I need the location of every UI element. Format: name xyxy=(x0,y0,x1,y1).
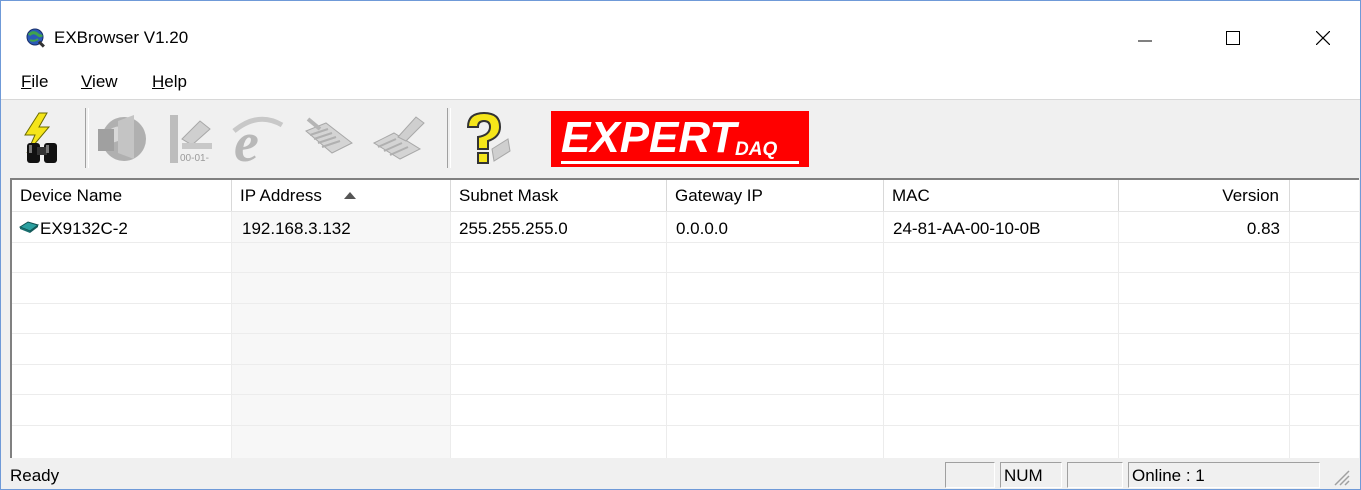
grid-line xyxy=(12,242,1359,243)
grid-line xyxy=(666,212,667,458)
column-header-subnet-mask[interactable]: Subnet Mask xyxy=(451,180,667,211)
module-config-button[interactable] xyxy=(367,106,429,172)
module-config-icon xyxy=(372,116,425,160)
grid-line xyxy=(12,303,1359,304)
close-button[interactable] xyxy=(1294,15,1352,61)
logo-text: EXPERT xyxy=(561,113,737,162)
column-header-device-name[interactable]: Device Name xyxy=(12,180,232,211)
grid-line xyxy=(12,394,1359,395)
grid-line xyxy=(12,425,1359,426)
cell-version: 0.83 xyxy=(1246,219,1280,238)
cell-ip-address: 192.168.3.132 xyxy=(242,219,351,238)
device-icon xyxy=(18,220,40,234)
minimize-button[interactable] xyxy=(1116,15,1174,61)
logo-underline xyxy=(561,161,799,164)
status-pane-online: Online : 1 xyxy=(1128,462,1320,488)
sorted-column-shade xyxy=(232,212,450,458)
column-header-label: IP Address xyxy=(240,186,322,205)
menu-file[interactable]: File xyxy=(21,72,48,92)
cell-gateway-ip: 0.0.0.0 xyxy=(676,219,728,238)
grid-line xyxy=(1118,212,1119,458)
table-row[interactable]: EX9132C-2 192.168.3.132 255.255.255.0 0.… xyxy=(12,212,1359,242)
minimize-icon xyxy=(1138,40,1152,42)
search-binoculars-icon xyxy=(24,112,57,163)
menu-help[interactable]: Help xyxy=(152,72,187,92)
set-ip-icon: 00-01- xyxy=(170,115,212,164)
menu-view[interactable]: View xyxy=(81,72,118,92)
help-icon xyxy=(466,111,511,164)
expertdaq-logo: EXPERT DAQ xyxy=(551,111,809,167)
cell-device-name: EX9132C-2 xyxy=(40,219,128,238)
resize-grip-icon[interactable] xyxy=(1329,465,1351,487)
title-bar[interactable]: EXBrowser V1.20 xyxy=(1,1,1360,63)
toolbar-separator xyxy=(447,108,451,168)
column-header-gateway-ip[interactable]: Gateway IP xyxy=(667,180,884,211)
grid-line xyxy=(231,212,232,458)
module-button[interactable] xyxy=(297,106,359,172)
module-icon xyxy=(305,117,353,154)
grid-line xyxy=(450,212,451,458)
app-globe-icon xyxy=(25,27,47,49)
menu-bar: File View Help xyxy=(1,63,1360,99)
device-list[interactable]: Device Name IP Address Subnet Mask Gatew… xyxy=(10,178,1359,458)
grid-line xyxy=(1289,212,1290,458)
column-header-ip-address[interactable]: IP Address xyxy=(232,180,451,211)
help-button[interactable] xyxy=(453,106,515,172)
set-ip-button[interactable]: 00-01- xyxy=(159,106,221,172)
browser-button[interactable]: e xyxy=(227,106,289,172)
grid-line xyxy=(883,212,884,458)
window-title: EXBrowser V1.20 xyxy=(54,28,189,47)
maximize-icon xyxy=(1226,31,1240,45)
internet-explorer-icon: e xyxy=(232,112,284,169)
svg-text:00-01-: 00-01- xyxy=(180,153,209,164)
cell-mac: 24-81-AA-00-10-0B xyxy=(893,219,1041,238)
list-header: Device Name IP Address Subnet Mask Gatew… xyxy=(12,180,1359,212)
grid-line xyxy=(12,333,1359,334)
column-header-mac[interactable]: MAC xyxy=(884,180,1119,211)
toolbar-separator xyxy=(85,108,89,168)
logo-subtext: DAQ xyxy=(735,139,778,160)
search-button[interactable] xyxy=(11,106,73,172)
status-text: Ready xyxy=(10,466,60,485)
grid-line xyxy=(12,364,1359,365)
status-bar: Ready NUM Online : 1 xyxy=(1,459,1360,489)
sort-ascending-icon xyxy=(344,192,356,199)
close-icon xyxy=(1316,31,1330,45)
status-pane-caps xyxy=(945,462,995,488)
status-pane-scroll xyxy=(1067,462,1123,488)
toolbar: 00-01- e EXPERT DAQ xyxy=(1,99,1360,176)
grid-line xyxy=(12,272,1359,273)
column-header-version[interactable]: Version xyxy=(1119,180,1290,211)
network-button[interactable] xyxy=(93,106,155,172)
network-globe-icon xyxy=(98,115,146,161)
status-pane-num: NUM xyxy=(1000,462,1062,488)
maximize-button[interactable] xyxy=(1204,15,1262,61)
cell-subnet-mask: 255.255.255.0 xyxy=(459,219,568,238)
app-window: EXBrowser V1.20 File View Help 00-01- e … xyxy=(0,0,1361,490)
